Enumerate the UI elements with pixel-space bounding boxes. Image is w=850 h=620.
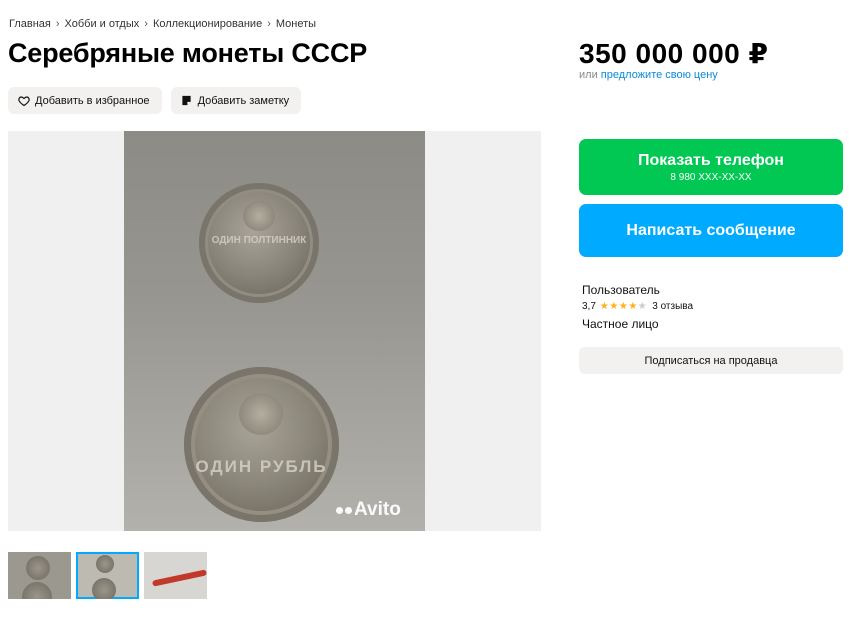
heart-icon [18,95,30,107]
reviews-link[interactable]: 3 отзыва [652,301,693,312]
thumbnail-coin [96,555,114,573]
page-title: Серебряные монеты СССР [8,38,368,68]
star-icon: ★ [618,301,629,312]
chevron-right-icon: › [144,18,148,30]
breadcrumb-item-collecting[interactable]: Коллекционирование [153,18,262,30]
coins-photo: ОДИН ПОЛТИННИК ОДИН РУБЛЬ [124,131,425,531]
seller-name[interactable]: Пользователь [582,283,693,297]
add-note-label: Добавить заметку [197,94,290,107]
thumbnail-coin [26,556,50,580]
breadcrumb-item-coins[interactable]: Монеты [276,18,316,30]
coin-poltinnik-text: ОДИН ПОЛТИННИК [211,235,307,246]
star-icon: ★ [599,301,610,312]
price: 350 000 000 ₽ [579,38,769,69]
listing-actions: Добавить в избранное Добавить заметку [8,87,302,114]
rating-stars: ★ ★ ★ ★ ★ [600,301,647,312]
phone-number-masked: 8 980 XXX-XX-XX [670,171,752,183]
add-note-button[interactable]: Добавить заметку [170,87,302,114]
offer-prefix: или [579,69,598,81]
watermark-text: Avito [354,499,401,520]
main-photo[interactable]: ОДИН ПОЛТИННИК ОДИН РУБЛЬ Avito [8,131,541,531]
add-favorite-label: Добавить в избранное [35,94,150,107]
seller-info: Пользователь 3,7 ★ ★ ★ ★ ★ 3 отзыва Частное … [582,283,693,331]
note-icon [181,95,193,107]
offer-price: или предложите свою цену [579,69,718,81]
rating-value: 3,7 [582,301,596,312]
avito-watermark: Avito [336,499,401,521]
thumbnail-2[interactable] [76,552,139,599]
avito-logo-icon [336,506,352,514]
write-message-button[interactable]: Написать сообщение [579,204,843,257]
coin-ruble: ОДИН РУБЛЬ [184,367,339,522]
thumbnail-coin [92,578,116,599]
breadcrumb-item-home[interactable]: Главная [9,18,51,30]
star-icon: ★ [609,301,619,312]
breadcrumb: Главная › Хобби и отдых › Коллекциониров… [9,18,316,30]
thumbnail-1[interactable] [8,552,71,599]
coin-poltinnik: ОДИН ПОЛТИННИК [199,183,319,303]
subscribe-seller-label: Подписаться на продавца [644,354,778,367]
thumbnail-3[interactable] [144,552,207,599]
star-half-icon: ★ [628,301,638,312]
thumbnail-strip [8,552,207,599]
coin-ruble-text: ОДИН РУБЛЬ [195,457,328,476]
star-empty-icon: ★ [637,301,648,312]
offer-price-link[interactable]: предложите свою цену [601,69,718,81]
subscribe-seller-button[interactable]: Подписаться на продавца [579,347,843,374]
coin-emblem [243,201,275,231]
write-message-label: Написать сообщение [626,221,796,239]
breadcrumb-item-hobby[interactable]: Хобби и отдых [65,18,140,30]
pen-image [151,569,207,587]
show-phone-label: Показать телефон [638,151,784,169]
add-favorite-button[interactable]: Добавить в избранное [8,87,162,114]
chevron-right-icon: › [267,18,271,30]
seller-type: Частное лицо [582,317,659,331]
coin-emblem [239,393,283,435]
thumbnail-coin [22,582,52,599]
show-phone-button[interactable]: Показать телефон 8 980 XXX-XX-XX [579,139,843,195]
seller-rating: 3,7 ★ ★ ★ ★ ★ 3 отзыва [582,301,693,312]
chevron-right-icon: › [55,18,60,30]
